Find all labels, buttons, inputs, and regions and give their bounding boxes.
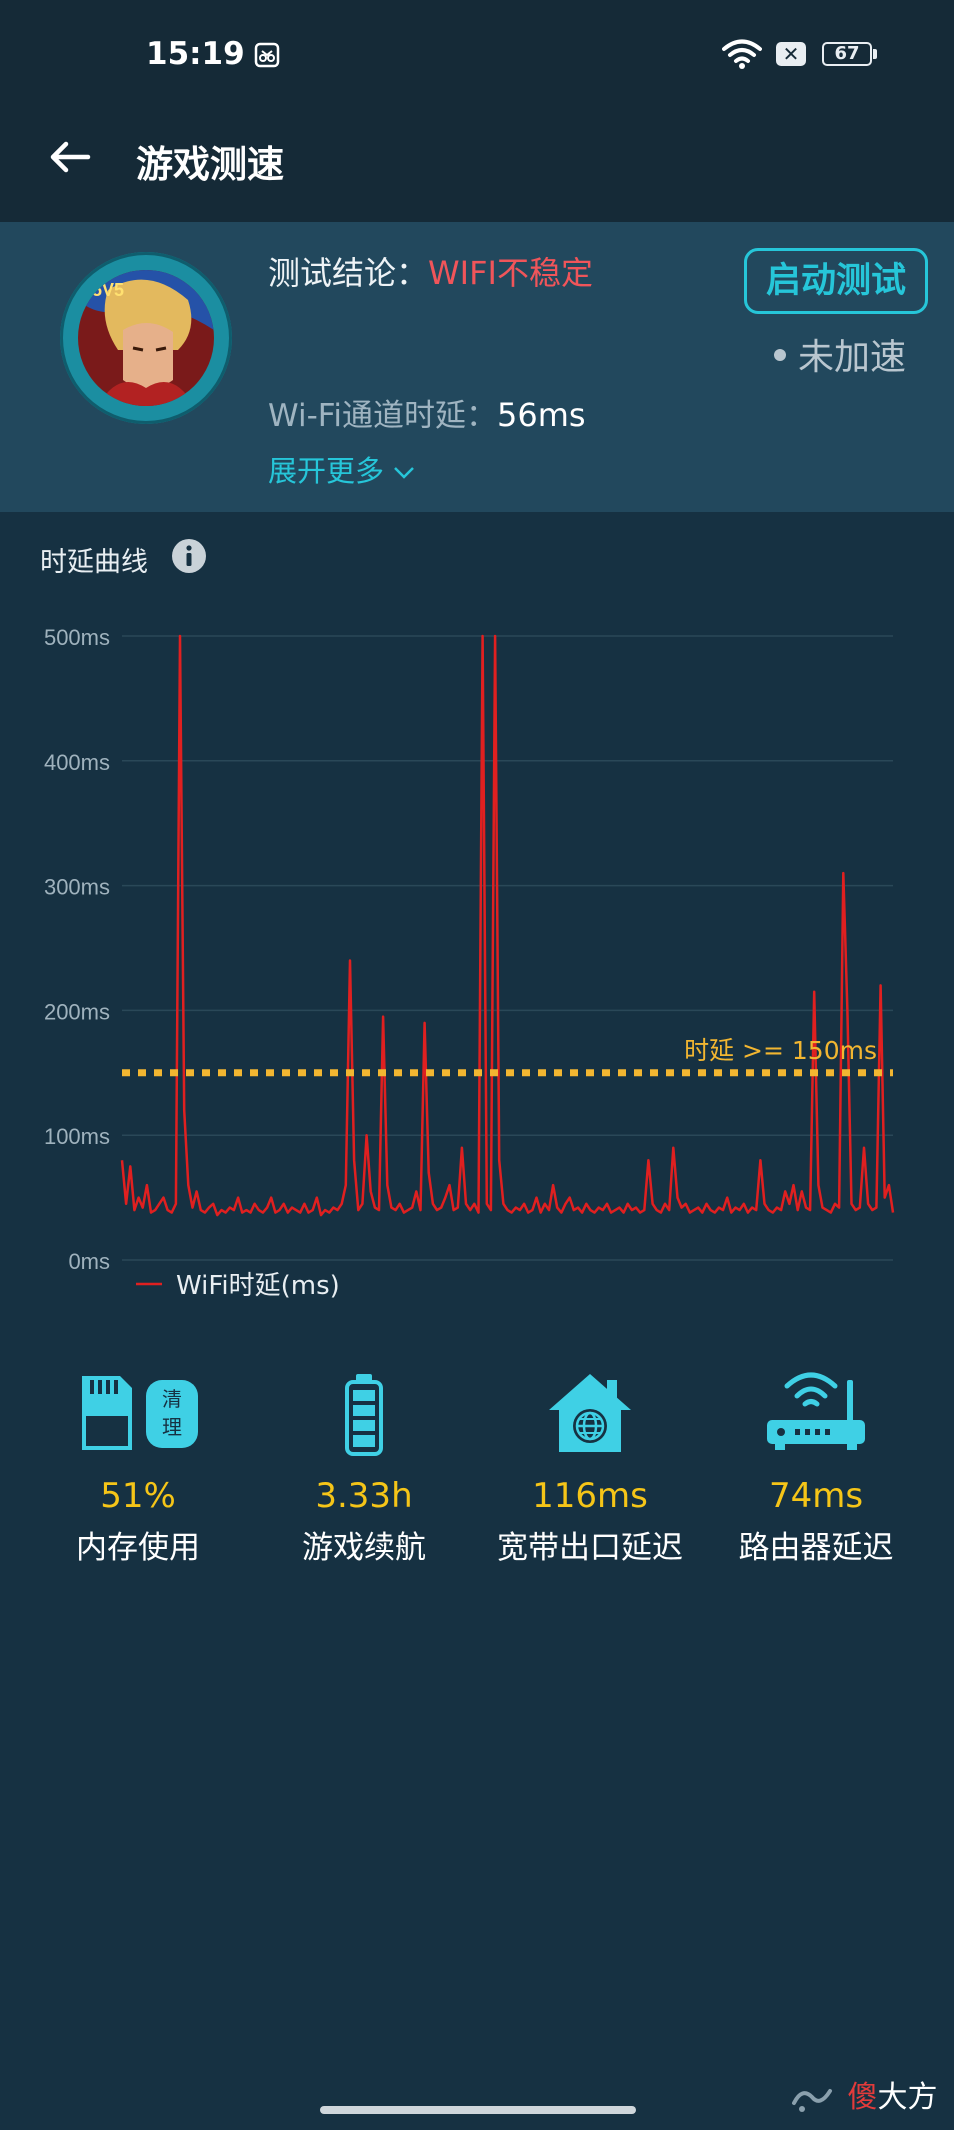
expand-more-link[interactable]: 展开更多 <box>268 448 415 490</box>
accel-status-label: 未加速 <box>798 337 907 378</box>
summary-card: 5V5 测试结论：WIFI不稳定 启动测试 未加速 Wi-Fi通道时延：56ms… <box>0 222 954 512</box>
test-conclusion: 测试结论：WIFI不稳定 <box>268 248 593 294</box>
sd-card-icon: 清 理 <box>82 1376 198 1450</box>
y-tick-label: 300ms <box>44 875 110 900</box>
stat-label: 宽带出口延迟 <box>497 1530 683 1566</box>
stat-value: 74ms <box>768 1476 864 1516</box>
back-arrow-icon[interactable] <box>44 132 94 182</box>
latency-chart: 500ms 400ms 300ms 200ms 100ms 0ms 时延 >= 150ms W… <box>44 625 895 1301</box>
home-globe-icon <box>549 1374 631 1452</box>
stat-label: 路由器延迟 <box>738 1530 894 1566</box>
y-tick-label: 400ms <box>44 750 110 775</box>
no-sim-icon: ✕ <box>776 42 806 66</box>
accel-status: 未加速 <box>774 328 906 380</box>
battery-icon: 67 <box>822 42 872 66</box>
game-avatar: 5V5 <box>60 252 232 424</box>
threshold-label: 时延 >= 150ms <box>684 1036 877 1065</box>
game-hero-image: 5V5 <box>78 270 214 406</box>
watermark-logo-icon <box>792 2088 832 2112</box>
clean-badge-top: 清 <box>162 1387 182 1411</box>
page-title: 游戏测速 <box>136 143 284 186</box>
expand-label: 展开更多 <box>268 454 385 488</box>
battery-tip <box>873 49 877 59</box>
status-time: 15:19 <box>146 36 245 72</box>
start-test-button[interactable]: 启动测试 <box>744 248 928 314</box>
y-tick-label: 200ms <box>44 999 110 1024</box>
stat-router: 74ms 路由器延迟 <box>701 1370 931 1567</box>
stat-label: 游戏续航 <box>302 1530 426 1566</box>
latency-series-line <box>120 634 895 1217</box>
stat-value: 51% <box>100 1476 176 1516</box>
status-bar: 15:19 ✕ 67 <box>0 0 954 110</box>
battery-icon <box>345 1374 383 1456</box>
wifi-icon <box>722 39 762 69</box>
home-indicator[interactable] <box>320 2106 636 2114</box>
legend-label: WiFi时延(ms) <box>176 1271 340 1301</box>
watermark: 傻大方 <box>790 2072 938 2116</box>
stat-broadband: 116ms 宽带出口延迟 <box>475 1370 705 1567</box>
svg-text:5V5: 5V5 <box>92 280 124 300</box>
stat-battery: 3.33h 游戏续航 <box>249 1370 479 1567</box>
stat-value: 116ms <box>532 1476 648 1516</box>
info-icon[interactable] <box>171 538 207 574</box>
stat-label: 内存使用 <box>76 1530 200 1566</box>
router-icon <box>767 1372 865 1450</box>
screen-cast-icon <box>254 42 280 68</box>
status-dot <box>774 349 786 361</box>
clean-badge-bottom: 理 <box>162 1415 182 1439</box>
latency-label: Wi-Fi通道时延： <box>268 398 497 434</box>
battery-level: 67 <box>834 43 860 64</box>
chart-title: 时延曲线 <box>40 547 148 578</box>
chevron-down-icon <box>394 467 415 479</box>
stats-row: 清 理 51% 内存使用 3.33h 游戏续航 116ms 宽带出口延迟 74m… <box>0 1370 954 1570</box>
nav-bar: 游戏测速 <box>0 110 954 222</box>
y-tick-label: 500ms <box>44 625 110 650</box>
stat-memory[interactable]: 清 理 51% 内存使用 <box>23 1370 253 1567</box>
watermark-char-red: 傻 <box>847 2080 878 2115</box>
y-tick-label: 0ms <box>68 1249 110 1274</box>
watermark-text: 大方 <box>877 2080 938 2115</box>
conclusion-label: 测试结论： <box>268 254 429 292</box>
wifi-latency: Wi-Fi通道时延：56ms <box>268 390 586 435</box>
y-tick-label: 100ms <box>44 1124 110 1149</box>
conclusion-value: WIFI不稳定 <box>428 254 593 292</box>
stat-value: 3.33h <box>315 1476 413 1516</box>
latency-value: 56ms <box>496 396 586 434</box>
